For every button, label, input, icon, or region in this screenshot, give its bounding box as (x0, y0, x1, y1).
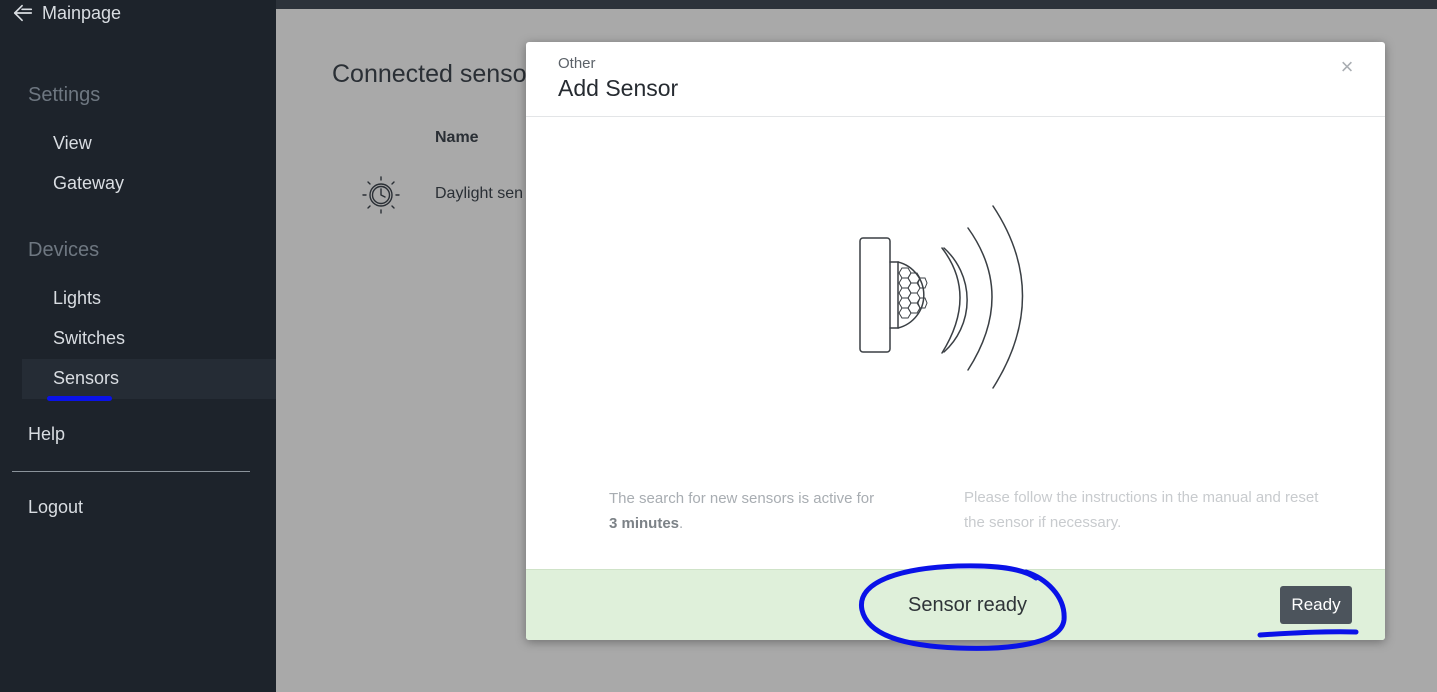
settings-heading: Settings (28, 84, 101, 106)
arrow-left-icon (13, 4, 33, 22)
motion-sensor-signal-icon (859, 205, 1024, 389)
ready-button[interactable]: Ready (1280, 586, 1352, 624)
top-bar (276, 0, 1437, 9)
dialog-header: Other Add Sensor × (526, 42, 1385, 117)
dialog-subtitle: Other (558, 55, 596, 72)
devices-heading: Devices (28, 239, 100, 261)
daylight-clock-icon (362, 176, 400, 214)
dialog-footer: Sensor ready Ready (526, 569, 1385, 640)
sidebar-item-switches[interactable]: Switches (53, 328, 125, 349)
sidebar: Mainpage Settings View Gateway Devices L… (0, 0, 276, 692)
sidebar-item-lights[interactable]: Lights (53, 288, 101, 309)
close-icon[interactable]: × (1336, 55, 1358, 79)
back-to-mainpage-link[interactable]: Mainpage (12, 2, 121, 24)
sidebar-divider (12, 471, 250, 472)
page-title: Connected senso (332, 60, 527, 88)
search-duration-label: The search for new sensors is active for (609, 490, 875, 507)
sidebar-item-logout[interactable]: Logout (28, 497, 83, 518)
annotation-underline-sensors (47, 396, 112, 401)
dialog-title: Add Sensor (558, 75, 679, 101)
sensor-status-text: Sensor ready (908, 594, 1027, 616)
back-link-label: Mainpage (42, 2, 122, 23)
reset-instructions-text: Please follow the instructions in the ma… (964, 489, 1319, 531)
search-duration-value: 3 minutes (609, 515, 680, 532)
search-duration-text: The search for new sensors is active for… (609, 486, 929, 536)
add-sensor-dialog: Other Add Sensor × The search for new se… (526, 42, 1385, 640)
sensor-row-name[interactable]: Daylight sen (435, 185, 523, 203)
sidebar-item-sensors[interactable]: Sensors (53, 368, 119, 389)
column-header-name: Name (435, 129, 479, 146)
sidebar-item-help[interactable]: Help (28, 424, 65, 445)
search-duration-suffix: . (679, 515, 684, 532)
sidebar-item-gateway[interactable]: Gateway (53, 173, 124, 194)
sidebar-item-view[interactable]: View (53, 133, 92, 154)
